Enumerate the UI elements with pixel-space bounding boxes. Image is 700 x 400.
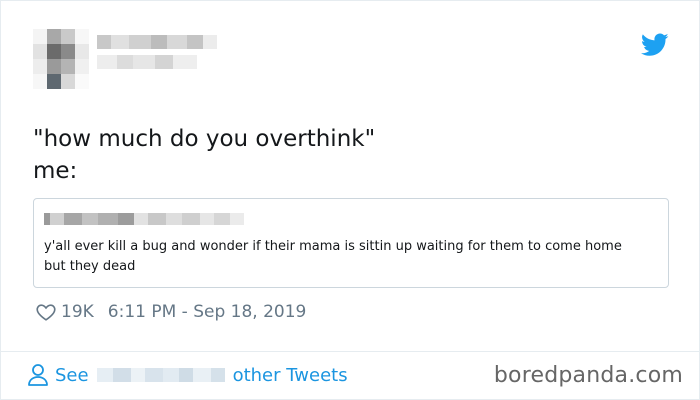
quoted-tweet-text: y'all ever kill a bug and wonder if thei… (44, 239, 622, 274)
divider (1, 351, 700, 352)
like-count[interactable]: 19K (61, 302, 94, 322)
heart-icon[interactable] (35, 301, 57, 323)
see-label: See (55, 364, 89, 386)
other-tweets-label: other Tweets (232, 364, 348, 386)
censored-avatar-pixels (33, 29, 89, 89)
quoted-tweet[interactable]: y'all ever kill a bug and wonder if thei… (33, 198, 669, 288)
censored-user-name-footer (96, 368, 225, 382)
tweet-meta: 19K 6:11 PM - Sep 18, 2019 (35, 301, 306, 323)
tweet-card: "how much do you overthink" me: y'all ev… (0, 0, 700, 400)
tweet-text: "how much do you overthink" me: (33, 126, 376, 184)
censored-user-name[interactable] (97, 35, 237, 85)
censored-quoted-author (44, 213, 244, 225)
person-icon (28, 364, 48, 386)
watermark: boredpanda.com (493, 363, 683, 388)
see-other-tweets-link[interactable]: See other Tweets (27, 363, 348, 387)
twitter-bird-icon[interactable] (641, 33, 669, 57)
tweet-timestamp[interactable]: 6:11 PM - Sep 18, 2019 (108, 302, 307, 322)
avatar[interactable] (33, 29, 89, 89)
